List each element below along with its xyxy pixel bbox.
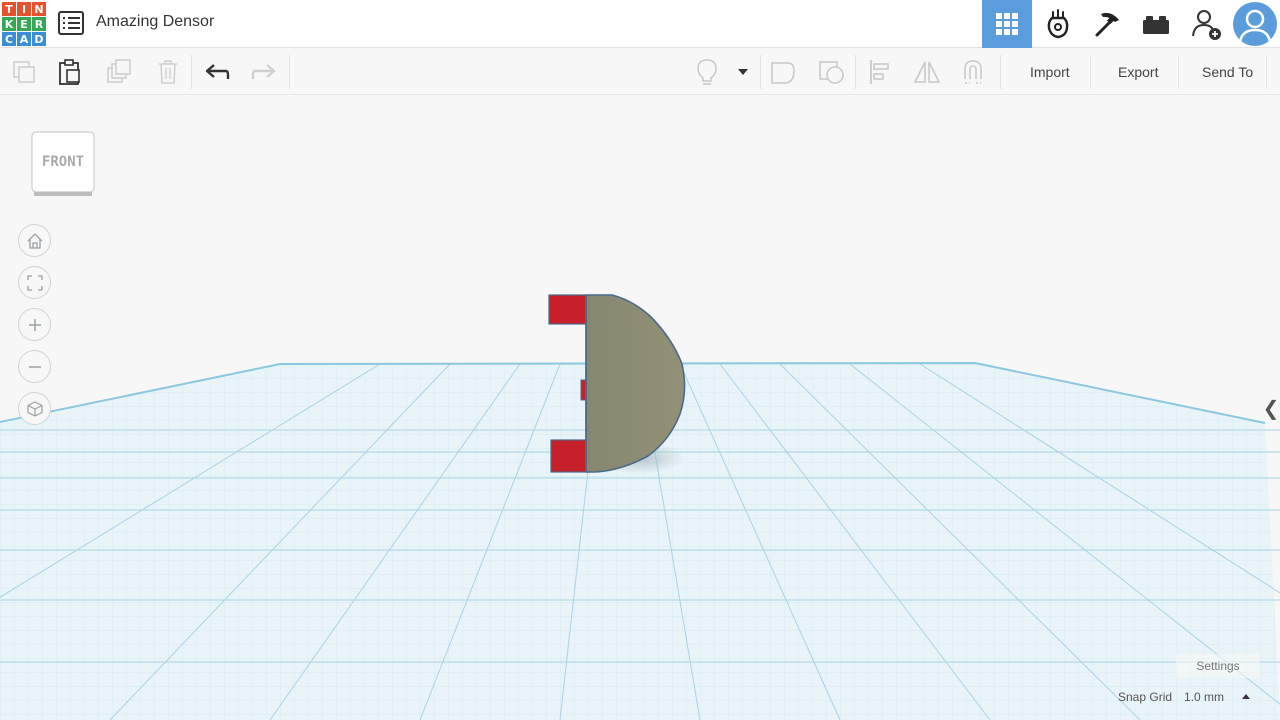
zoom-in-button[interactable] — [18, 308, 51, 341]
caret-down-icon — [738, 69, 748, 75]
ungroup-button[interactable] — [817, 57, 847, 87]
logo-letter: A — [17, 32, 31, 46]
copy-button[interactable] — [9, 57, 39, 87]
snap-grid-select[interactable]: 1.0 mm — [1184, 690, 1251, 704]
magnet-icon — [964, 60, 982, 84]
logo-letter: C — [2, 32, 16, 46]
undo-icon — [205, 64, 230, 79]
align-button[interactable] — [865, 57, 895, 87]
collapse-panel-button[interactable]: ❮ — [1262, 388, 1280, 428]
bricks-button[interactable] — [1131, 0, 1181, 48]
paste-button[interactable] — [55, 57, 85, 87]
zoom-out-icon — [28, 365, 41, 368]
bricks-icon — [1143, 16, 1169, 34]
logo-letter: E — [17, 17, 31, 31]
design-list-button[interactable] — [58, 11, 84, 35]
lightbulb-icon — [697, 59, 717, 85]
snap-grid-control[interactable]: Snap Grid 1.0 mm — [1118, 686, 1251, 708]
logo-letter: N — [32, 2, 46, 16]
copy-icon — [13, 61, 35, 83]
codeblocks-icon — [1095, 12, 1119, 37]
logo-letter: R — [32, 17, 46, 31]
duplicate-icon — [107, 59, 131, 83]
zoom-out-button[interactable] — [18, 350, 51, 383]
home-view-icon — [27, 232, 42, 249]
avatar-icon — [1238, 9, 1272, 43]
align-icon — [870, 60, 889, 84]
snap-grid-label: Snap Grid — [1118, 690, 1173, 704]
user-avatar[interactable] — [1233, 2, 1277, 46]
notes-light-button[interactable] — [692, 57, 722, 87]
codeblocks-button[interactable] — [1082, 0, 1132, 48]
red-peg-top[interactable] — [548, 294, 587, 325]
logo-letter: D — [32, 32, 46, 46]
send-to-button[interactable]: Send To — [1186, 55, 1269, 89]
zoom-in-icon — [28, 318, 41, 331]
paste-icon — [59, 59, 80, 85]
invite-people-button[interactable] — [1182, 0, 1232, 48]
workplane-scene — [0, 294, 1280, 720]
notes-dropdown-button[interactable] — [728, 57, 758, 87]
3d-design-button[interactable] — [982, 0, 1032, 48]
fit-view-icon — [26, 274, 43, 291]
caret-up-icon — [1242, 694, 1251, 699]
chevron-left-icon: ❮ — [1262, 397, 1280, 420]
view-cube[interactable]: FRONT — [31, 131, 95, 197]
perspective-button[interactable] — [18, 392, 51, 425]
logo-letter: K — [2, 17, 16, 31]
mirror-icon — [913, 61, 941, 83]
snap-grid-value: 1.0 mm — [1184, 690, 1225, 704]
fit-view-button[interactable] — [18, 266, 51, 299]
group-button[interactable] — [768, 57, 798, 87]
tinkercad-editor: TIN KER CAD Amazing Densor Import Export S… — [0, 0, 1280, 720]
edit-toolbar: Import Export Send To — [0, 49, 1280, 95]
tinkercad-logo[interactable]: TIN KER CAD — [2, 2, 46, 46]
grid-view-icon — [996, 13, 1018, 35]
mirror-button[interactable] — [912, 57, 942, 87]
perspective-icon — [26, 400, 43, 417]
logo-letter: T — [2, 2, 16, 16]
view-cube-face-label: FRONT — [41, 154, 85, 170]
3d-viewport[interactable]: FRONT ❮ Settings Snap Grid 1.0 mm — [0, 96, 1280, 720]
circuits-button[interactable] — [1033, 0, 1083, 48]
red-peg-bottom[interactable] — [550, 439, 589, 473]
redo-icon — [251, 64, 276, 79]
cruise-button[interactable] — [959, 57, 989, 87]
duplicate-button[interactable] — [105, 57, 135, 87]
group-icon — [771, 62, 795, 84]
export-button[interactable]: Export — [1102, 55, 1174, 89]
import-button[interactable]: Import — [1014, 55, 1086, 89]
home-view-button[interactable] — [18, 224, 51, 257]
circuits-icon — [1047, 9, 1069, 39]
design-title[interactable]: Amazing Densor — [96, 13, 214, 31]
ungroup-icon — [819, 61, 844, 84]
trash-icon — [159, 60, 177, 84]
delete-button[interactable] — [153, 57, 183, 87]
settings-button[interactable]: Settings — [1176, 654, 1260, 678]
logo-letter: I — [17, 2, 31, 16]
undo-button[interactable] — [202, 57, 232, 87]
top-bar: TIN KER CAD Amazing Densor — [0, 0, 1280, 48]
redo-button[interactable] — [249, 57, 279, 87]
add-user-icon — [1192, 10, 1221, 40]
